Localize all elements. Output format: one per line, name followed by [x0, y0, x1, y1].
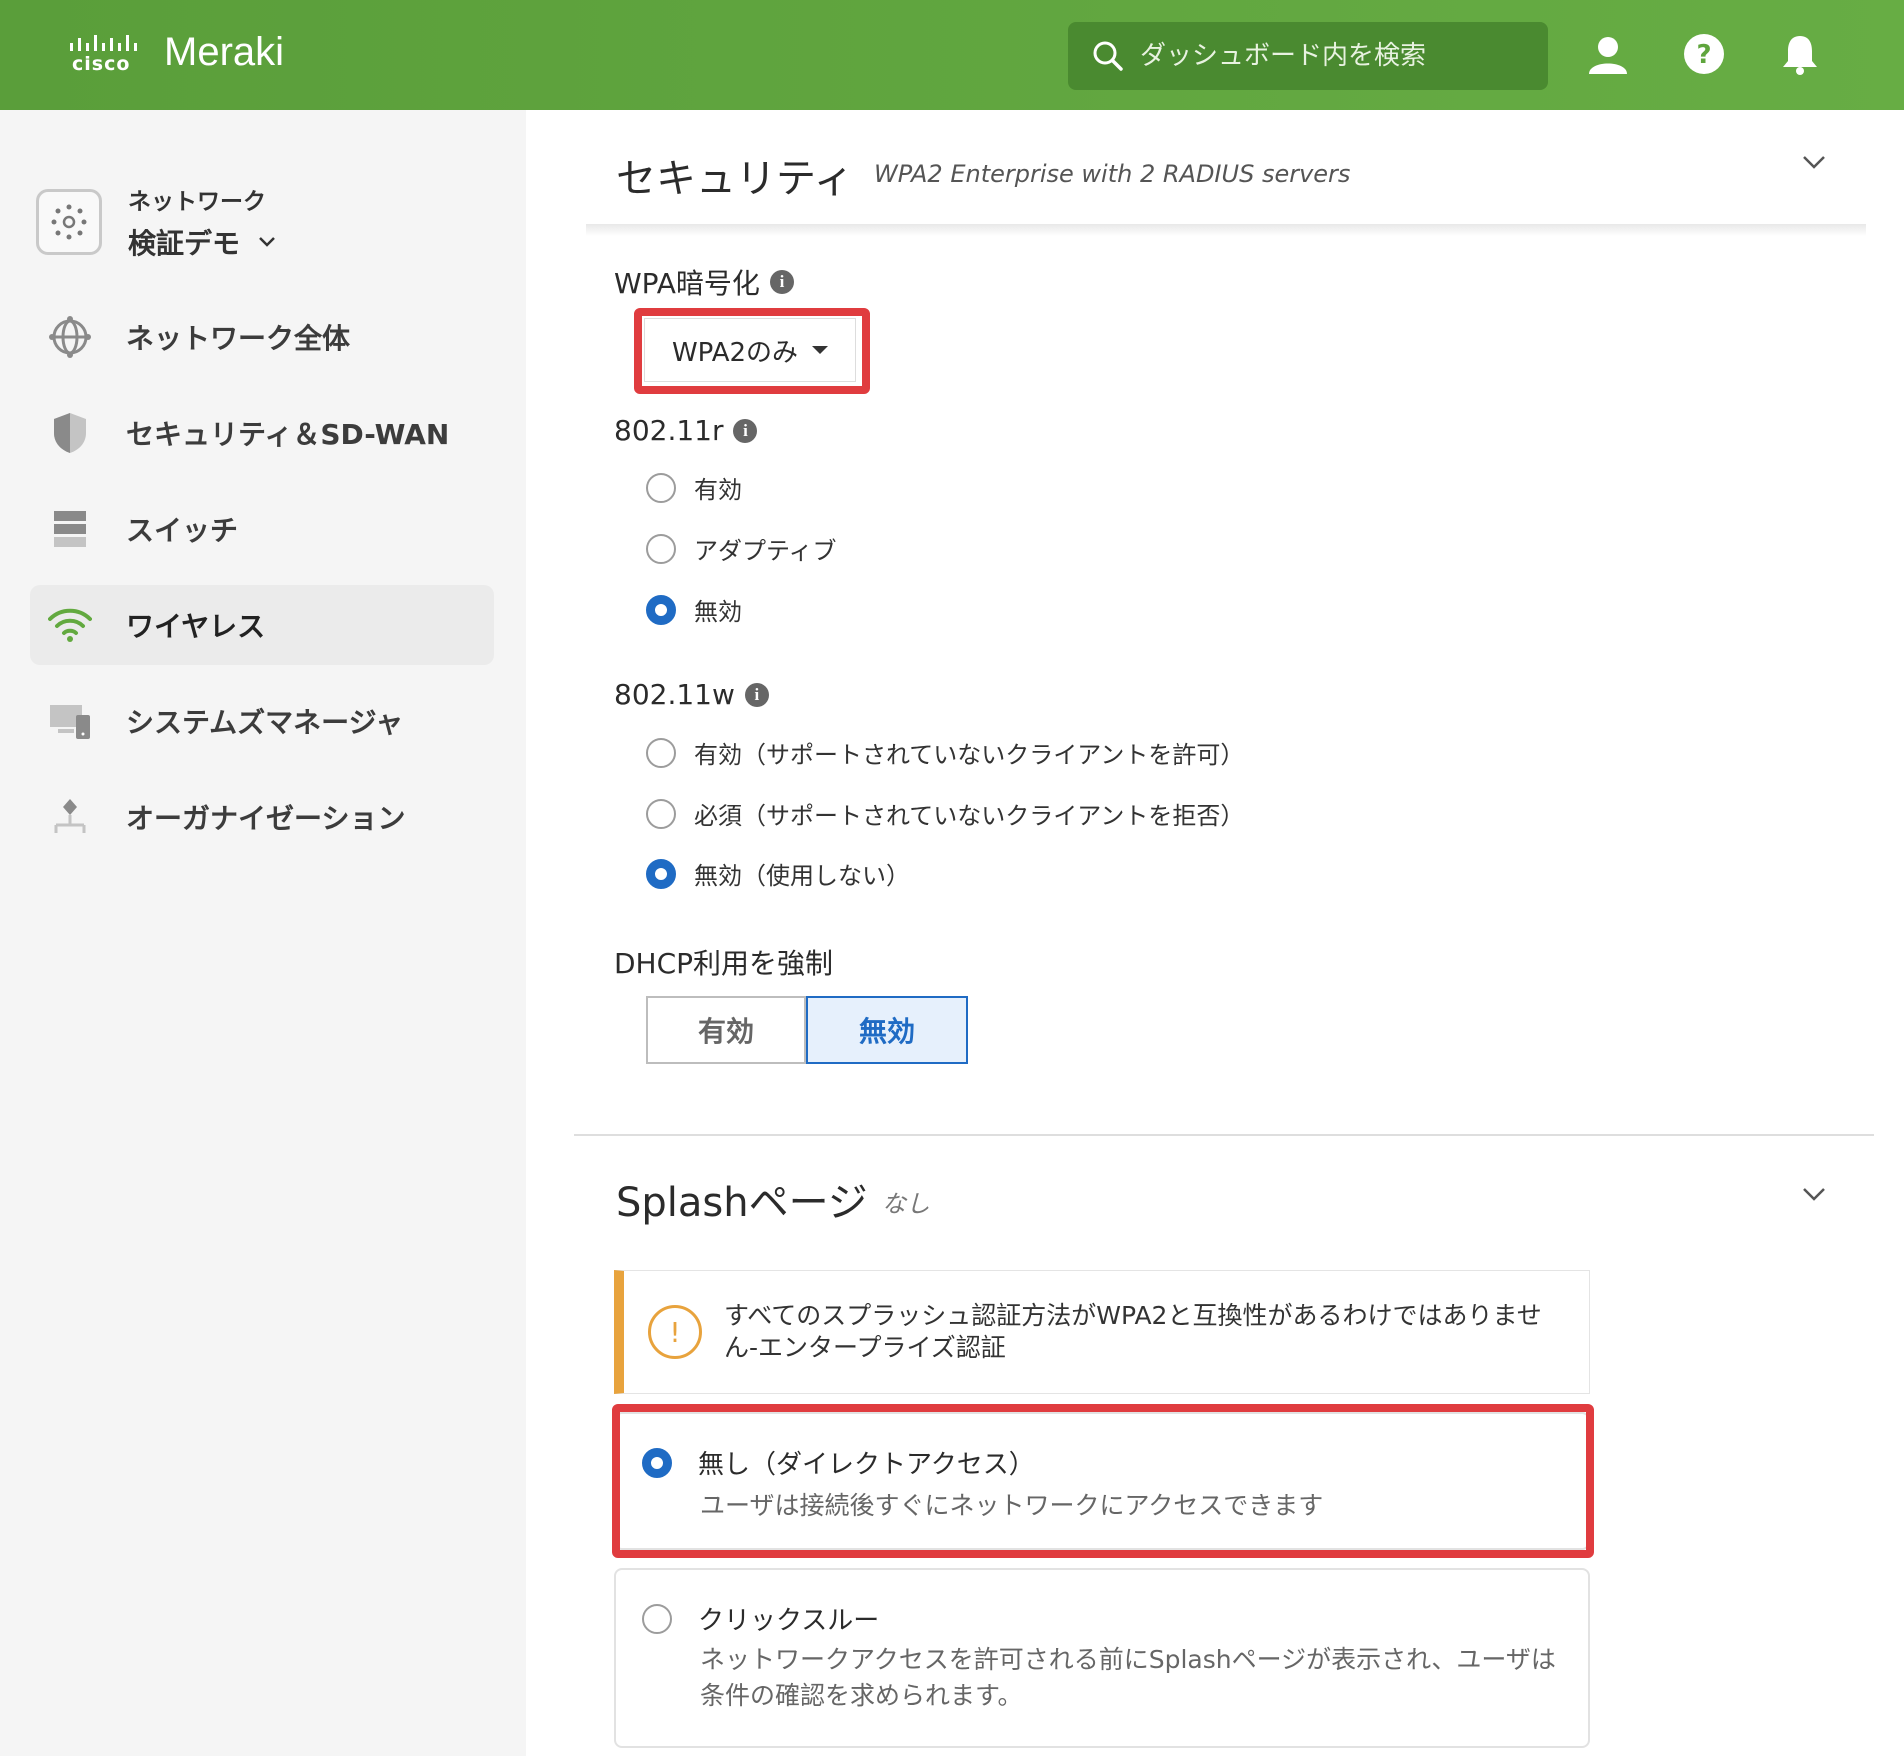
wpa-encryption-value: WPA2のみ	[671, 337, 799, 368]
radio-button-selected[interactable]	[646, 858, 676, 889]
search-icon	[1093, 41, 1123, 71]
80211r-label-text: 802.11r	[614, 414, 724, 447]
radio-label: アダプティブ	[694, 537, 837, 565]
network-label: ネットワーク	[128, 189, 266, 215]
devices-icon	[46, 697, 94, 745]
dhcp-enabled-button[interactable]: 有効	[646, 996, 806, 1064]
radio-80211w-required[interactable]: 必須（サポートされていないクライアントを拒否）	[646, 796, 1244, 831]
caret-down-icon	[812, 346, 829, 354]
sidebar-item-security-sdwan[interactable]: セキュリティ＆SD-WAN	[30, 393, 494, 473]
sidebar-item-label: スイッチ	[126, 514, 239, 547]
security-subtitle: WPA2 Enterprise with 2 RADIUS servers	[874, 160, 1351, 188]
sidebar-item-label: セキュリティ＆SD-WAN	[126, 418, 450, 451]
sidebar-item-label: オーガナイゼーション	[126, 802, 406, 835]
chevron-down-icon[interactable]	[1802, 154, 1826, 170]
radio-button[interactable]	[646, 472, 676, 503]
option-description: ネットワークアクセスを許可される前にSplashページが表示され、ユーザは条件の…	[700, 1645, 1556, 1710]
sidebar-item-label: ネットワーク全体	[126, 322, 351, 355]
radio-button[interactable]	[646, 798, 676, 829]
splash-warning-banner: ! すべてのスプラッシュ認証方法がWPA2と互換性があるわけではありません-エン…	[614, 1270, 1590, 1394]
svg-text:?: ?	[1696, 40, 1711, 70]
wpa-encryption-label-text: WPA暗号化	[614, 267, 760, 300]
dhcp-toggle[interactable]: 有効 無効	[646, 996, 968, 1064]
splash-option-click-through[interactable]: クリックスルー ネットワークアクセスを許可される前にSplashページが表示され…	[614, 1568, 1590, 1748]
radio-label: 無効	[694, 598, 742, 626]
wpa-encryption-label: WPA暗号化 i	[614, 262, 794, 302]
security-section-header[interactable]: セキュリティ WPA2 Enterprise with 2 RADIUS ser…	[586, 108, 1866, 228]
network-name[interactable]: 検証デモ	[128, 222, 276, 262]
network-selector[interactable]: ネットワーク 検証デモ	[36, 182, 276, 262]
section-shadow	[586, 224, 1866, 236]
radio-80211r-adaptive[interactable]: アダプティブ	[646, 531, 837, 566]
radio-button-selected[interactable]	[646, 594, 676, 625]
radio-button[interactable]	[642, 1604, 672, 1634]
sidebar-item-wireless[interactable]: ワイヤレス	[30, 585, 494, 665]
sidebar: ネットワーク 検証デモ ネットワーク全体 セキュリティ＆SD-WAN スイッチ …	[0, 110, 526, 1756]
dhcp-enforce-label: DHCP利用を強制	[614, 942, 833, 982]
cisco-meraki-logo[interactable]: cisco Meraki	[68, 30, 284, 75]
top-header: cisco Meraki ?	[0, 0, 1904, 110]
radio-button[interactable]	[646, 737, 676, 768]
sidebar-item-label: システムズマネージャ	[126, 706, 404, 739]
sidebar-item-systems-manager[interactable]: システムズマネージャ	[30, 681, 494, 761]
sidebar-item-switch[interactable]: スイッチ	[30, 489, 494, 569]
info-icon[interactable]: i	[733, 418, 758, 443]
help-icon[interactable]: ?	[1680, 30, 1728, 78]
wpa-encryption-dropdown[interactable]: WPA2のみ	[644, 318, 856, 382]
bell-icon[interactable]	[1776, 30, 1824, 78]
wifi-icon	[46, 601, 94, 649]
brand-name: Meraki	[164, 30, 285, 74]
security-title: セキュリティ	[616, 156, 854, 202]
user-icon[interactable]	[1584, 30, 1632, 78]
radio-80211r-disabled[interactable]: 無効	[646, 592, 742, 627]
warning-icon: !	[648, 1305, 702, 1359]
radio-label: 無効（使用しない）	[694, 862, 910, 890]
radio-label: 有効	[694, 476, 742, 504]
splash-title: Splashページ	[616, 1180, 868, 1226]
cisco-wordmark: cisco	[72, 52, 131, 75]
sidebar-item-organization[interactable]: オーガナイゼーション	[30, 777, 494, 857]
info-icon[interactable]: i	[744, 682, 769, 707]
radio-label: 必須（サポートされていないクライアントを拒否）	[694, 802, 1245, 830]
dhcp-disabled-button[interactable]: 無効	[806, 996, 968, 1064]
globe-icon	[46, 313, 94, 361]
sidebar-item-label: ワイヤレス	[126, 610, 266, 643]
radio-80211r-enabled[interactable]: 有効	[646, 470, 742, 505]
radio-label: 有効（サポートされていないクライアントを許可）	[694, 741, 1245, 769]
option-title: クリックスルー	[698, 1606, 880, 1636]
80211w-label: 802.11w i	[614, 678, 769, 711]
highlight-box-splash	[612, 1404, 1594, 1558]
info-icon[interactable]: i	[769, 270, 794, 294]
warning-text: すべてのスプラッシュ認証方法がWPA2と互換性があるわけではありません-エンター…	[724, 1301, 1542, 1362]
chevron-down-icon	[259, 237, 275, 247]
80211w-label-text: 802.11w	[614, 678, 735, 711]
radio-80211w-enabled[interactable]: 有効（サポートされていないクライアントを許可）	[646, 735, 1244, 770]
sidebar-item-network-wide[interactable]: ネットワーク全体	[30, 297, 494, 377]
splash-subtitle: なし	[882, 1190, 930, 1218]
80211r-label: 802.11r i	[614, 414, 758, 447]
organization-icon	[46, 793, 94, 841]
dhcp-enforce-label-text: DHCP利用を強制	[614, 947, 834, 980]
splash-section-header[interactable]: Splashページ なし	[586, 1134, 1866, 1254]
search-input[interactable]	[1140, 41, 1520, 71]
chevron-down-icon[interactable]	[1802, 1186, 1826, 1202]
network-icon	[36, 189, 102, 255]
radio-button[interactable]	[646, 533, 676, 564]
search-box[interactable]	[1068, 22, 1548, 90]
radio-80211w-disabled[interactable]: 無効（使用しない）	[646, 856, 910, 891]
switch-icon	[46, 505, 94, 553]
cisco-logo-icon: cisco	[68, 31, 144, 75]
network-name-text: 検証デモ	[128, 227, 241, 260]
shield-icon	[46, 409, 94, 457]
